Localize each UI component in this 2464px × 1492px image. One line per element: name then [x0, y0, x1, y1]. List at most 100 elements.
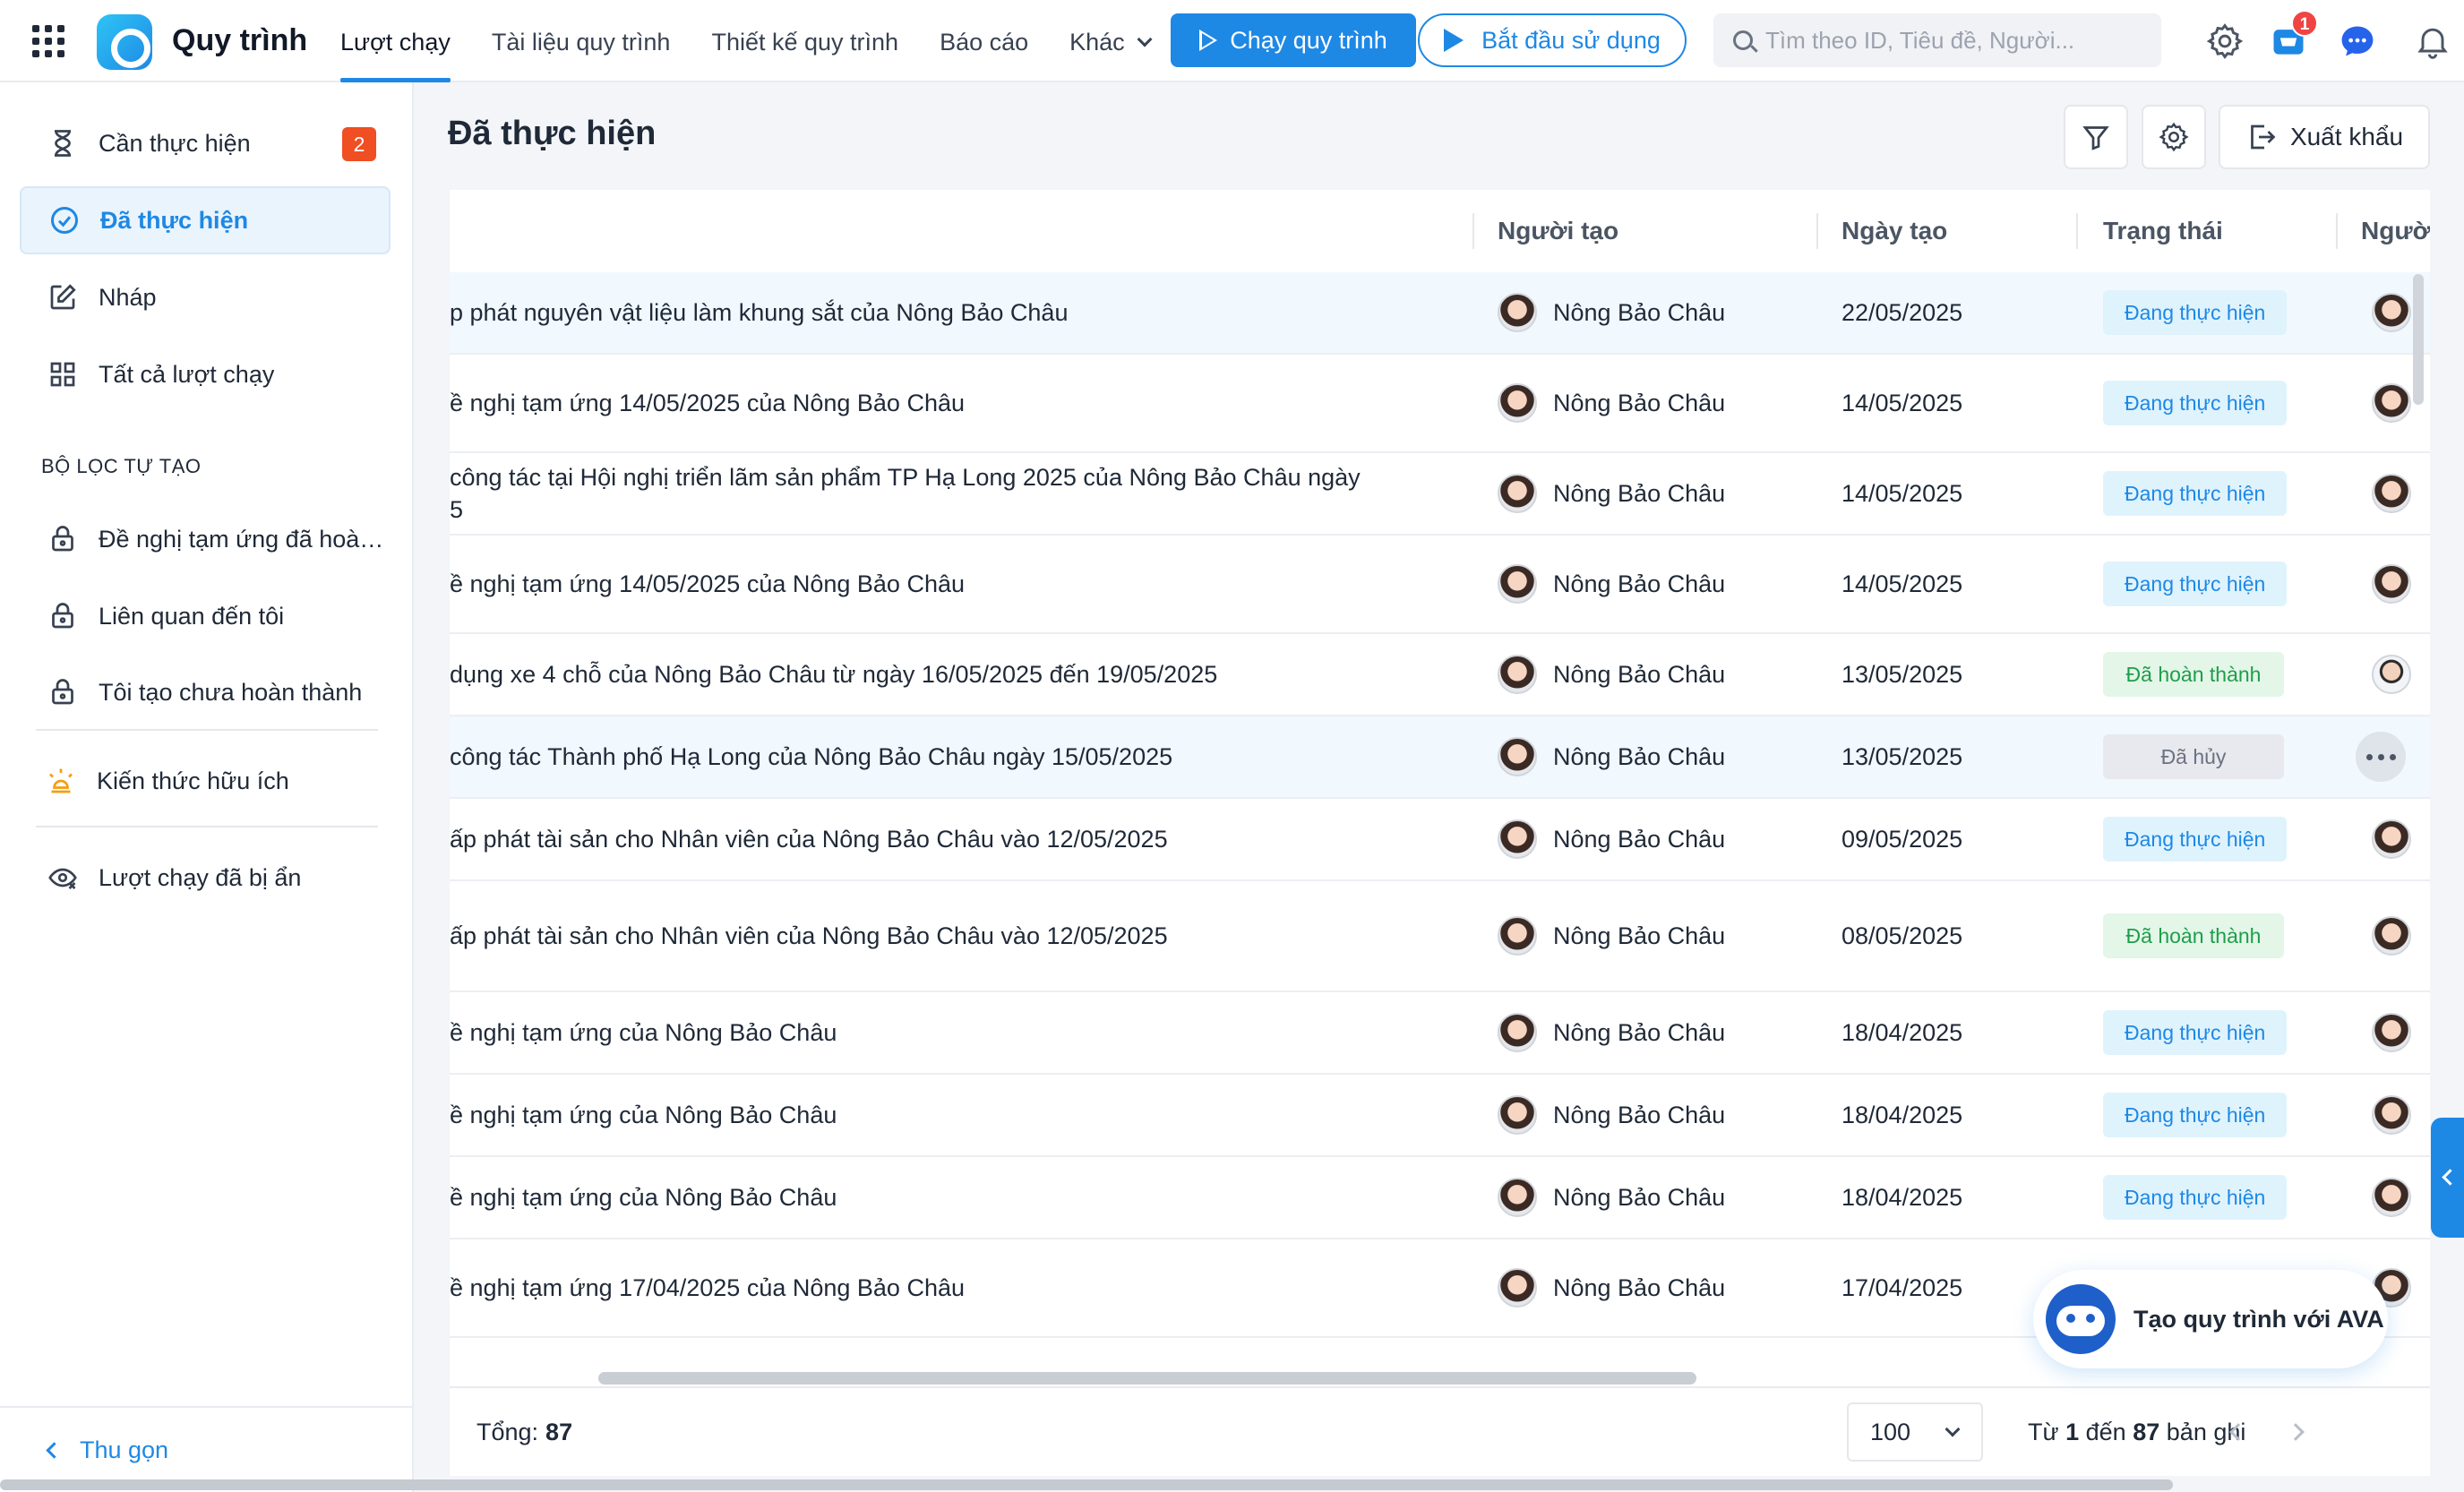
nav-tab-documents[interactable]: Tài liệu quy trình: [492, 0, 671, 82]
table-row[interactable]: công tác Thành phố Hạ Long của Nông Bảo …: [450, 716, 2430, 799]
table-row[interactable]: ề nghị tạm ứng 14/05/2025 của Nông Bảo C…: [450, 355, 2430, 453]
assignee-cell: [2372, 1075, 2427, 1155]
filter-button[interactable]: [2064, 105, 2128, 169]
created-date: 17/04/2025: [1842, 1273, 1963, 1301]
page-horizontal-scrollbar[interactable]: [0, 1479, 2173, 1490]
sidebar-item-label: Đã thực hiện: [100, 206, 249, 234]
run-title[interactable]: ề nghị tạm ứng của Nông Bảo Châu: [450, 1075, 1381, 1155]
sidebar-filter-advance-done[interactable]: Đề nghị tạm ứng đã hoàn ...: [20, 505, 391, 573]
page-title: Đã thực hiện: [448, 115, 657, 152]
assignee-cell: [2372, 1157, 2427, 1238]
creator-name: Nông Bảo Châu: [1553, 298, 1726, 326]
table-settings-button[interactable]: [2142, 105, 2206, 169]
sidebar-item-draft[interactable]: Nháp: [20, 263, 391, 331]
status-cell: Đang thực hiện: [2103, 992, 2288, 1073]
status-badge: Đang thực hiện: [2103, 290, 2288, 335]
assignee-cell: [2372, 453, 2427, 534]
get-started-button[interactable]: Bắt đầu sử dụng: [1418, 13, 1687, 67]
creator-cell: Nông Bảo Châu: [1498, 536, 1725, 632]
expand-panel-tab[interactable]: [2431, 1118, 2464, 1238]
nav-tab-design[interactable]: Thiết kế quy trình: [711, 0, 898, 82]
horizontal-scrollbar[interactable]: [598, 1372, 1696, 1385]
avatar: [2372, 474, 2411, 513]
run-title[interactable]: ấp phát tài sản cho Nhân viên của Nông B…: [450, 799, 1381, 879]
run-title-line: 5: [450, 496, 464, 523]
search-input[interactable]: [1765, 26, 2151, 55]
table-row[interactable]: ấp phát tài sản cho Nhân viên của Nông B…: [450, 799, 2430, 881]
creator-name: Nông Bảo Châu: [1553, 570, 1726, 597]
creator-cell: Nông Bảo Châu: [1498, 1239, 1725, 1336]
column-separator: [2336, 213, 2338, 249]
run-process-button[interactable]: Chạy quy trình: [1171, 13, 1416, 67]
table-row[interactable]: công tác tại Hội nghị triển lãm sản phẩm…: [450, 453, 2430, 536]
sidebar-item-all-runs[interactable]: Tất cả lượt chạy: [20, 340, 391, 408]
status-cell: Đang thực hiện: [2103, 355, 2288, 451]
sidebar-item-knowledge[interactable]: Kiến thức hữu ích: [20, 747, 391, 815]
run-title-line: ề nghị tạm ứng 14/05/2025 của Nông Bảo C…: [450, 570, 965, 597]
more-actions-icon[interactable]: [2356, 732, 2406, 782]
page-size-select[interactable]: 100: [1847, 1402, 1983, 1462]
sidebar-item-label: Lượt chạy đã bị ẩn: [99, 863, 302, 891]
table-row[interactable]: ề nghị tạm ứng của Nông Bảo Châu Nông Bảo…: [450, 1075, 2430, 1157]
run-title[interactable]: ề nghị tạm ứng của Nông Bảo Châu: [450, 1157, 1381, 1238]
run-title[interactable]: ề nghị tạm ứng 14/05/2025 của Nông Bảo C…: [450, 536, 1381, 632]
table-row[interactable]: ề nghị tạm ứng 14/05/2025 của Nông Bảo C…: [450, 536, 2430, 634]
created-date: 14/05/2025: [1842, 570, 1963, 597]
run-title[interactable]: ề nghị tạm ứng 17/04/2025 của Nông Bảo C…: [450, 1239, 1381, 1336]
sidebar-item-done[interactable]: Đã thực hiện: [20, 186, 391, 254]
run-title[interactable]: ề nghị tạm ứng của Nông Bảo Châu: [450, 992, 1381, 1073]
avatar: [2372, 1178, 2411, 1217]
table-footer: Tổng: 87 100 Từ 1 đến 87 bản ghi: [450, 1386, 2430, 1476]
assignee-cell: [2372, 799, 2427, 879]
sidebar-filter-related[interactable]: Liên quan đến tôi: [20, 582, 391, 650]
nav-tab-runs[interactable]: Lượt chạy: [340, 0, 451, 82]
table-row[interactable]: ấp phát tài sản cho Nhân viên của Nông B…: [450, 881, 2430, 992]
creator-name: Nông Bảo Châu: [1553, 1101, 1726, 1128]
table-row[interactable]: dụng xe 4 chỗ của Nông Bảo Châu từ ngày …: [450, 634, 2430, 716]
table-row[interactable]: ề nghị tạm ứng của Nông Bảo Châu Nông Bảo…: [450, 1157, 2430, 1239]
custom-filter-title: BỘ LỌC TỰ TẠO: [41, 455, 202, 477]
avatar: [2372, 383, 2411, 423]
run-title-line: ề nghị tạm ứng 17/04/2025 của Nông Bảo C…: [450, 1274, 965, 1301]
column-header-status[interactable]: Trạng thái: [2103, 190, 2223, 272]
lightbulb-icon: [45, 765, 77, 797]
run-title[interactable]: dụng xe 4 chỗ của Nông Bảo Châu từ ngày …: [450, 634, 1381, 715]
avatar: [1498, 916, 1537, 956]
run-title[interactable]: công tác Thành phố Hạ Long của Nông Bảo …: [450, 716, 1381, 797]
run-title[interactable]: p phát nguyên vật liệu làm khung sắt của…: [450, 272, 1381, 353]
creator-cell: Nông Bảo Châu: [1498, 634, 1725, 715]
chat-icon[interactable]: [2338, 21, 2377, 61]
creator-cell: Nông Bảo Châu: [1498, 799, 1725, 879]
sidebar-filter-created-incomplete[interactable]: Tôi tạo chưa hoàn thành: [20, 658, 391, 726]
run-title-line: ề nghị tạm ứng 14/05/2025 của Nông Bảo C…: [450, 390, 965, 416]
main-nav: Lượt chạy Tài liệu quy trình Thiết kế qu…: [340, 0, 1191, 82]
nav-tab-more[interactable]: Khác: [1069, 0, 1153, 82]
column-header-creator[interactable]: Người tạo: [1498, 190, 1618, 272]
sidebar-item-hidden-runs[interactable]: Lượt chạy đã bị ẩn: [20, 844, 391, 912]
status-badge: Đã hoàn thành: [2103, 913, 2284, 958]
next-page-chevron-icon[interactable]: [2287, 1423, 2305, 1441]
column-header-created-date[interactable]: Ngày tạo: [1842, 190, 1947, 272]
create-with-ava-button[interactable]: Tạo quy trình với AVA: [2033, 1270, 2388, 1368]
creator-name: Nông Bảo Châu: [1553, 389, 1726, 416]
runs-table: Người tạo Ngày tạo Trạng thái Người p ph…: [450, 190, 2430, 1386]
bell-icon[interactable]: [2413, 21, 2452, 61]
sidebar-item-to-do[interactable]: Cần thực hiện 2: [20, 109, 391, 177]
run-title[interactable]: công tác tại Hội nghị triển lãm sản phẩm…: [450, 453, 1381, 534]
run-title[interactable]: ấp phát tài sản cho Nhân viên của Nông B…: [450, 881, 1381, 990]
vertical-scrollbar[interactable]: [2413, 274, 2424, 405]
table-row[interactable]: ề nghị tạm ứng của Nông Bảo Châu Nông Bảo…: [450, 992, 2430, 1075]
sidebar-item-label: Liên quan đến tôi: [99, 602, 285, 630]
avatar: [2372, 916, 2411, 956]
avatar: [1498, 1013, 1537, 1052]
table-row[interactable]: p phát nguyên vật liệu làm khung sắt của…: [450, 272, 2430, 355]
created-date: 13/05/2025: [1842, 660, 1963, 688]
created-date: 18/04/2025: [1842, 1101, 1963, 1128]
export-button[interactable]: Xuất khẩu: [2219, 105, 2430, 169]
run-title[interactable]: ề nghị tạm ứng 14/05/2025 của Nông Bảo C…: [450, 355, 1381, 451]
settings-gear-icon[interactable]: [2205, 21, 2245, 61]
column-header-assignee[interactable]: Người: [2361, 190, 2430, 272]
nav-tab-reports[interactable]: Báo cáo: [940, 0, 1028, 82]
run-title-line: ề nghị tạm ứng của Nông Bảo Châu: [450, 1184, 837, 1211]
apps-grid-icon[interactable]: [32, 25, 64, 57]
